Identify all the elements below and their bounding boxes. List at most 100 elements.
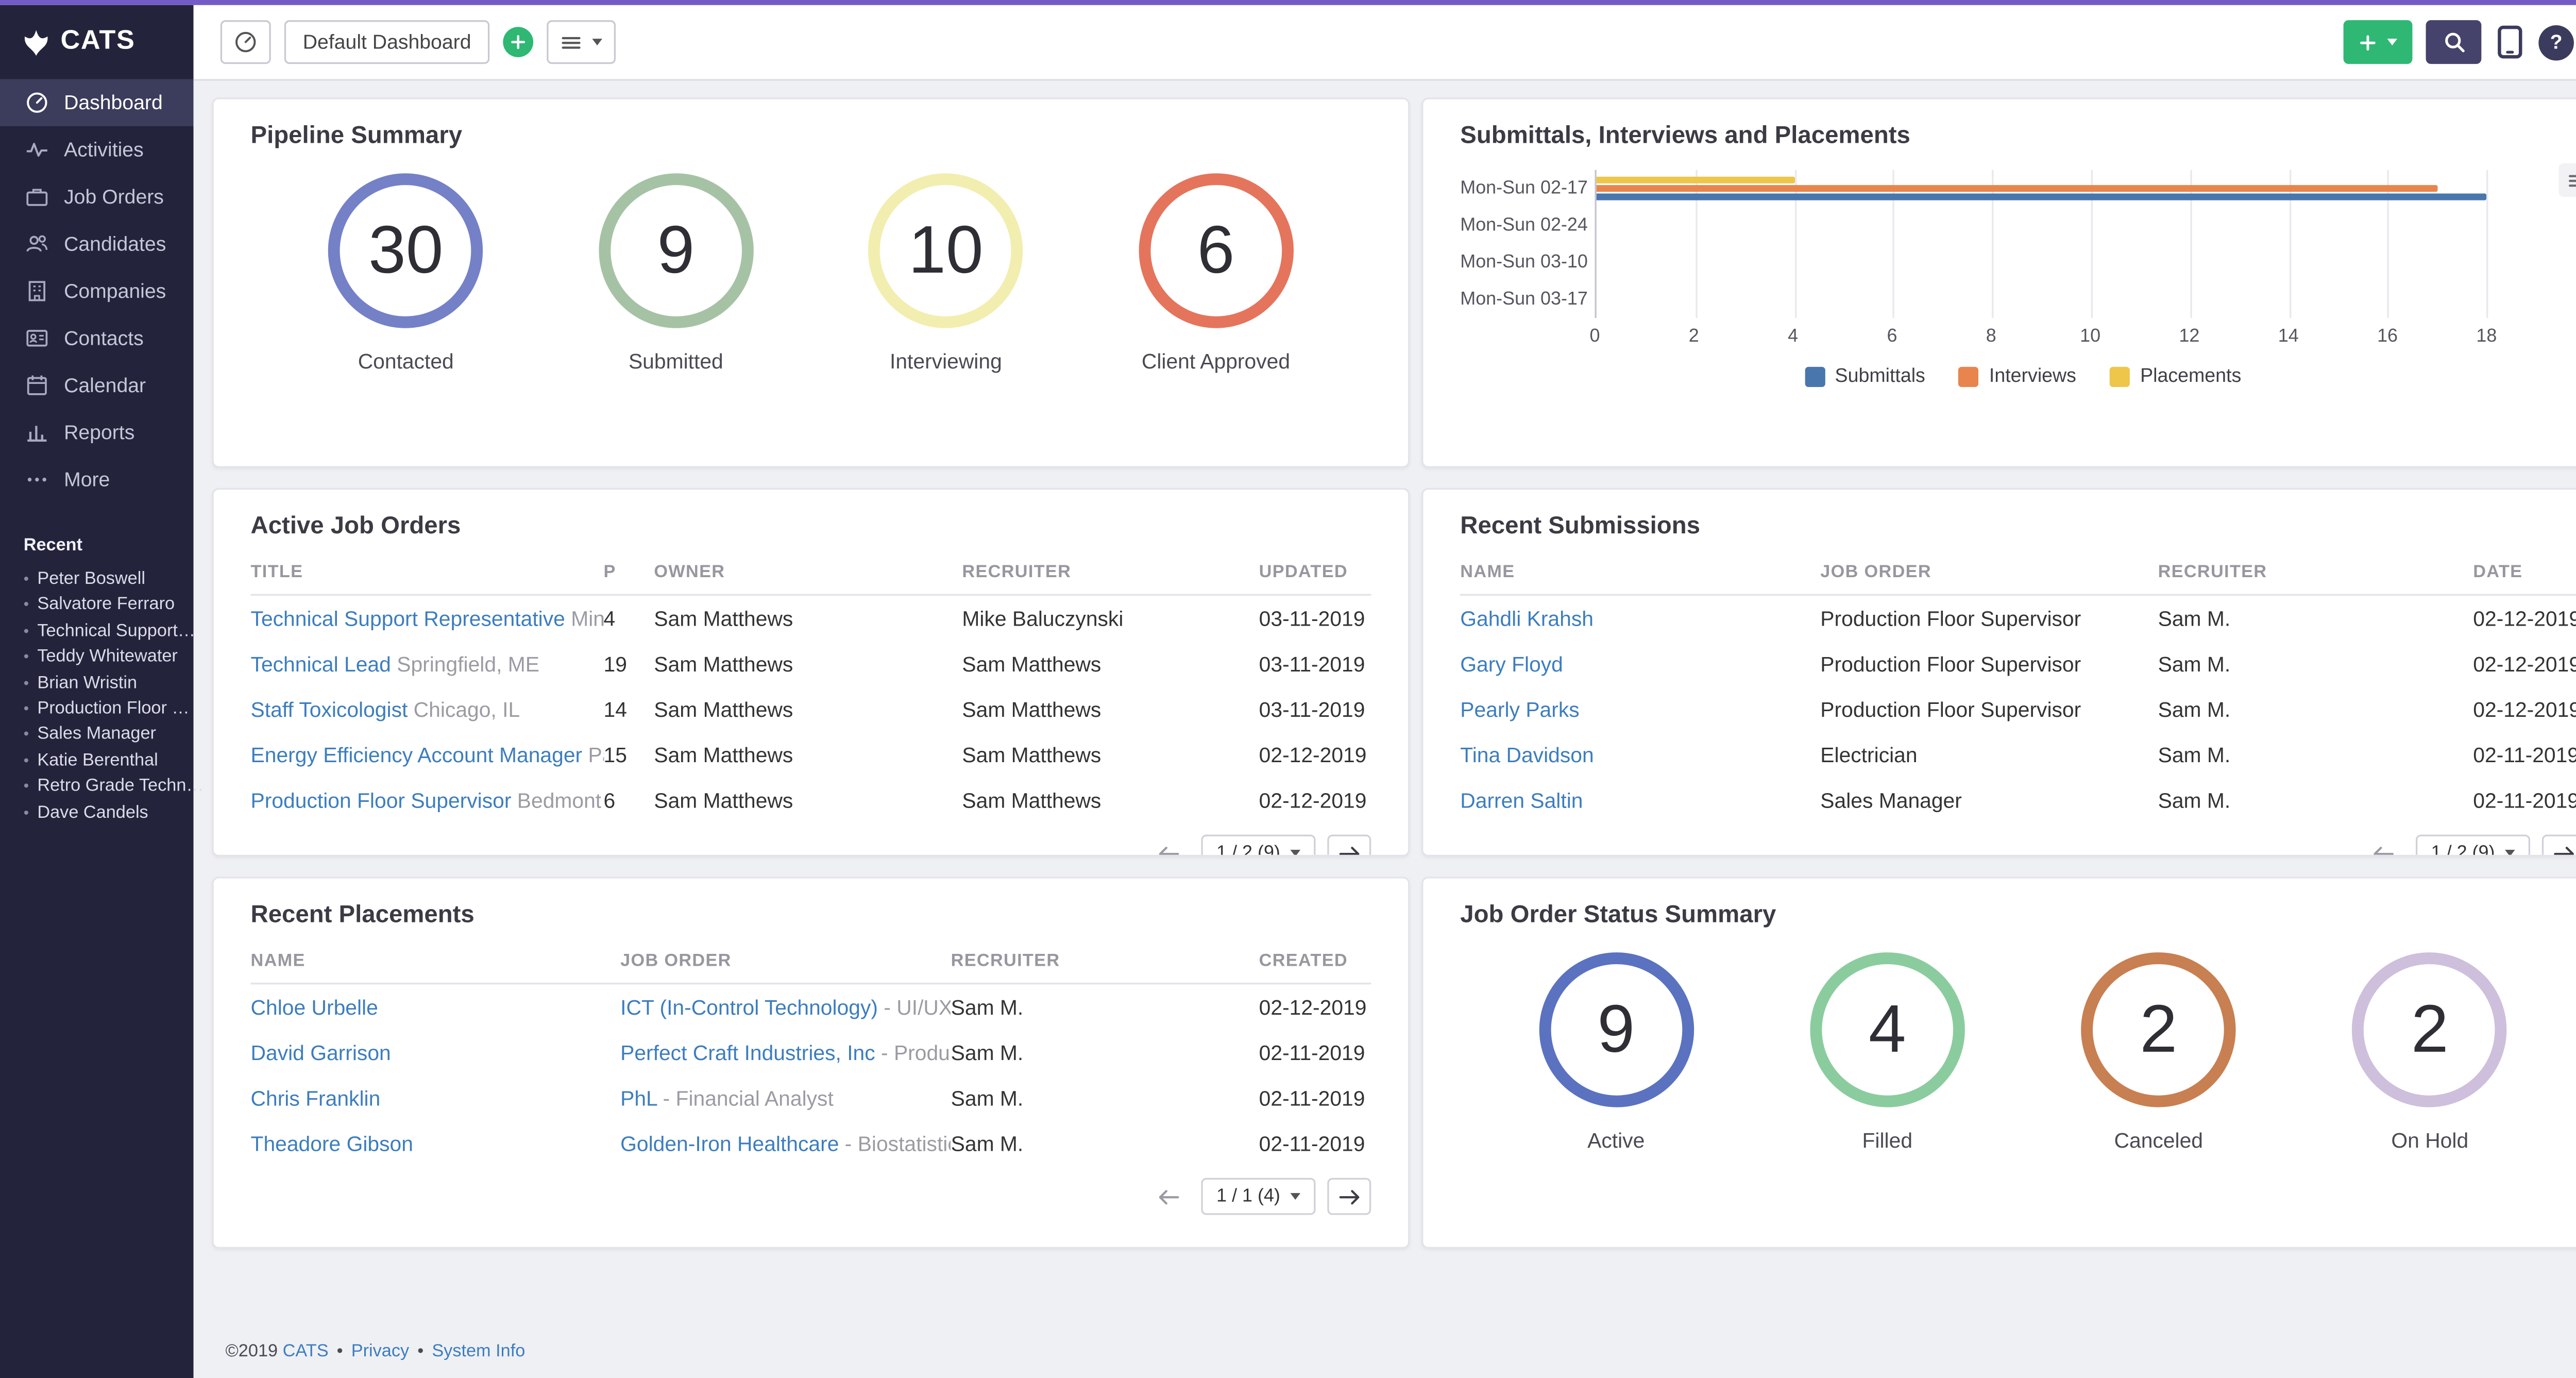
table-cell: PhL - Financial Analyst	[620, 1075, 951, 1121]
record-link[interactable]: Gary Floyd	[1460, 652, 1563, 676]
quick-add-button[interactable]	[2343, 20, 2413, 64]
record-link[interactable]: Energy Efficiency Account Manager	[251, 743, 583, 767]
recent-item[interactable]: • Production Floor …	[24, 697, 194, 722]
circle-value: 10	[868, 173, 1024, 328]
status-circle: 30 Contacted	[328, 173, 483, 374]
sidebar-item-job-orders[interactable]: Job Orders	[0, 173, 194, 220]
record-link[interactable]: Staff Toxicologist	[251, 697, 408, 721]
page-select[interactable]: 1 / 2 (9)	[1201, 834, 1316, 857]
record-link[interactable]: Perfect Craft Industries, Inc	[620, 1041, 875, 1065]
record-link[interactable]: Chloe Urbelle	[251, 995, 378, 1019]
prev-page-button[interactable]	[2361, 835, 2404, 855]
recent-item[interactable]: • Brian Wristin	[24, 671, 194, 697]
sidebar-item-candidates[interactable]: Candidates	[0, 221, 194, 267]
legend-item[interactable]: Submittals	[1804, 366, 1925, 388]
bullet-icon: •	[23, 752, 29, 769]
recent-item[interactable]: • Sales Manager	[24, 722, 194, 748]
record-link[interactable]: David Garrison	[251, 1041, 391, 1065]
table-cell: Tina Davidson	[1460, 732, 1820, 777]
column-header: DATE	[2473, 550, 2576, 596]
table-cell: Sam M.	[2158, 788, 2231, 812]
record-link[interactable]: ICT (In-Control Technology)	[620, 995, 878, 1019]
recent-placements-table: NAME JOB ORDER RECRUITER CREATED Chloe Urbel…	[250, 939, 1371, 1166]
sidebar-item-companies[interactable]: Companies	[0, 267, 194, 314]
plus-icon	[2359, 33, 2377, 52]
recent-item-label: Katie Berenthal	[37, 750, 158, 770]
sidebar-item-reports[interactable]: Reports	[0, 409, 194, 456]
table-cell: 02-12-2019	[1259, 743, 1367, 767]
prev-page-button[interactable]	[1146, 1178, 1190, 1215]
legend-item[interactable]: Placements	[2110, 366, 2241, 388]
phone-button[interactable]	[2495, 25, 2525, 59]
sidebar-item-dashboard[interactable]: Dashboard	[0, 79, 194, 126]
recent-item[interactable]: • Salvatore Ferraro	[24, 593, 194, 619]
table-cell: Sam M.	[2158, 607, 2231, 630]
dashboard-options-button[interactable]	[547, 20, 616, 64]
sidebar-item-label: Contacts	[64, 326, 144, 350]
footer-link[interactable]: CATS	[283, 1341, 329, 1361]
recent-item[interactable]: • Retro Grade Techn…	[24, 775, 204, 800]
footer-link[interactable]: Privacy	[351, 1341, 409, 1361]
table-cell: 14	[603, 697, 627, 721]
help-button[interactable]: ?	[2538, 24, 2574, 60]
record-link[interactable]: Tina Davidson	[1460, 743, 1594, 767]
arrow-left-icon	[2371, 842, 2393, 855]
table-cell: Sales Manager	[1820, 788, 1962, 812]
record-link[interactable]: Chris Franklin	[251, 1086, 381, 1110]
sidebar-item-activities[interactable]: Activities	[0, 126, 194, 173]
table-cell: Technical Lead Springfield, ME	[251, 641, 604, 686]
record-link[interactable]: Gahdli Krahsh	[1460, 607, 1594, 630]
sidebar-item-calendar[interactable]: Calendar	[0, 362, 194, 409]
table-row: Darren Saltin Sales Manager Sam M. 02-11-20…	[1460, 778, 2576, 823]
search-icon	[2442, 30, 2466, 54]
add-dashboard-button[interactable]	[503, 27, 534, 58]
table-cell: 02-11-2019	[2473, 788, 2576, 812]
record-link[interactable]: Pearly Parks	[1460, 697, 1579, 721]
next-page-button[interactable]	[1327, 834, 1371, 855]
column-header: JOB ORDER	[1820, 550, 2158, 596]
record-link[interactable]: PhL	[620, 1086, 657, 1110]
dashboards-home-button[interactable]	[220, 20, 271, 64]
record-link[interactable]: Technical Support Representative	[251, 607, 565, 630]
next-page-button[interactable]	[2541, 834, 2576, 855]
recent-item-label: Retro Grade Techn…	[37, 776, 204, 797]
prev-page-button[interactable]	[1146, 835, 1190, 855]
x-tick-label: 4	[1788, 326, 1799, 347]
record-link[interactable]: Technical Lead	[251, 652, 391, 676]
chart-bar-placements	[1596, 176, 1794, 183]
dashboard-selector-button[interactable]: Default Dashboard	[284, 20, 490, 64]
footer: ©2019 CATS • Privacy • System Info	[226, 1341, 2576, 1361]
legend-swatch	[1804, 366, 1825, 388]
table-cell: 03-11-2019	[1259, 697, 1365, 721]
record-link[interactable]: Theadore Gibson	[251, 1132, 413, 1155]
legend-item[interactable]: Interviews	[1959, 366, 2076, 388]
search-button[interactable]	[2426, 20, 2482, 64]
page-select[interactable]: 1 / 1 (4)	[1201, 1178, 1316, 1215]
next-page-button[interactable]	[1327, 1178, 1371, 1215]
recent-item[interactable]: • Dave Candels	[24, 800, 194, 826]
footer-link[interactable]: System Info	[432, 1341, 525, 1361]
gridline	[1794, 170, 1797, 318]
record-link[interactable]: Golden-Iron Healthcare	[620, 1132, 839, 1155]
recent-item[interactable]: • Peter Boswell	[24, 567, 194, 593]
page-indicator: 1 / 2 (9)	[1216, 843, 1280, 857]
recent-item-label: Sales Manager	[37, 724, 156, 745]
recent-item[interactable]: • Technical Support…	[24, 619, 195, 645]
sidebar-item-more[interactable]: More	[0, 456, 194, 503]
sidebar-item-contacts[interactable]: Contacts	[0, 315, 194, 362]
record-link[interactable]: Production Floor Supervisor	[251, 788, 512, 812]
record-link[interactable]: Darren Saltin	[1460, 788, 1583, 812]
page-select[interactable]: 1 / 2 (9)	[2416, 834, 2531, 855]
recent-item[interactable]: • Katie Berenthal	[24, 749, 194, 775]
caret-down-icon	[592, 39, 603, 46]
table-row: Theadore Gibson Golden-Iron Healthcare - …	[251, 1121, 1371, 1166]
column-header: TITLE	[250, 550, 604, 596]
table-cell: Sam M.	[2158, 697, 2231, 721]
recent-item[interactable]: • Teddy Whitewater	[24, 645, 194, 670]
column-header: RECRUITER	[2158, 550, 2473, 596]
sidebar-item-label: Candidates	[64, 232, 166, 256]
phone-icon	[2495, 25, 2525, 59]
chart-plot-wrap: 02468101214161820	[1590, 170, 2576, 354]
app-logo[interactable]: CATS	[0, 5, 194, 79]
legend-swatch	[2110, 366, 2130, 388]
